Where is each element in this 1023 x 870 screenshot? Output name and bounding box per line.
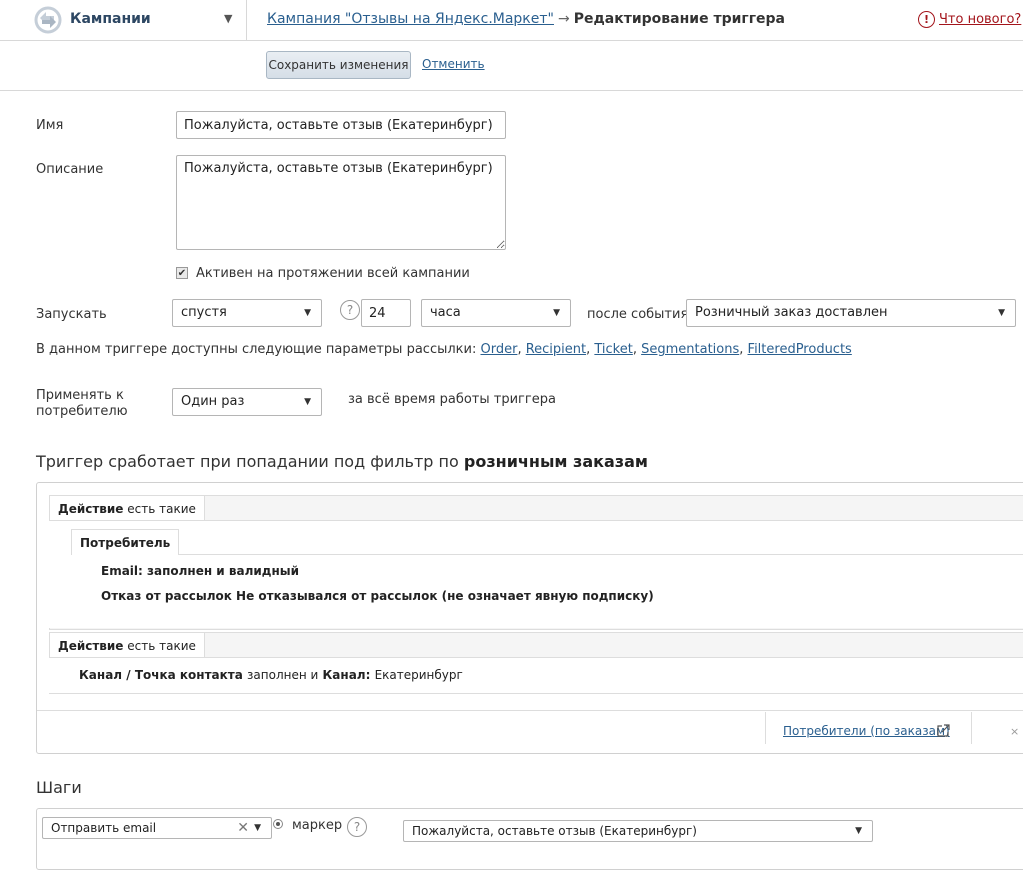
launch-unit-select[interactable]: часа ▼: [421, 299, 571, 327]
step-action-select[interactable]: Отправить email ✕ ▼: [42, 817, 272, 839]
filter-title-prefix: Триггер сработает при попадании под филь…: [36, 452, 459, 471]
group2-tab-bold: Действие: [58, 639, 124, 653]
event-select[interactable]: Розничный заказ доставлен ▼: [686, 299, 1016, 327]
param-recipient-link[interactable]: Recipient: [526, 342, 586, 357]
app-switcher[interactable]: Кампании ▼: [0, 0, 247, 40]
filter-title: Триггер сработает при попадании под филь…: [36, 452, 648, 471]
group1-tab-rest: есть такие: [127, 502, 196, 516]
whats-new-link[interactable]: Что нового?: [939, 12, 1021, 27]
help-icon[interactable]: ?: [340, 300, 360, 320]
clear-icon[interactable]: ✕: [237, 818, 249, 838]
params-text: В данном триггере доступны следующие пар…: [36, 342, 477, 357]
active-label: Активен на протяжении всей кампании: [196, 266, 470, 281]
chevron-down-icon: ▼: [553, 308, 560, 318]
condition-unsubscribe: Отказ от рассылок Не отказывался от расс…: [101, 589, 654, 603]
step-template-value: Пожалуйста, оставьте отзыв (Екатеринбург…: [412, 824, 697, 838]
footer-divider: [971, 712, 972, 744]
step-action-value: Отправить email: [51, 821, 157, 835]
after-event-label: после события: [587, 307, 689, 322]
app-title: Кампании: [70, 11, 151, 27]
apply-note: за всё время работы триггера: [348, 392, 556, 407]
steps-title: Шаги: [36, 778, 82, 797]
clear-filter-button[interactable]: × (: [1010, 725, 1023, 738]
filter-footer-divider: [37, 710, 1023, 711]
chevron-down-icon: ▼: [998, 308, 1005, 318]
breadcrumb-campaign-link[interactable]: Кампания "Отзывы на Яндекс.Маркет": [267, 11, 554, 27]
description-label: Описание: [36, 162, 104, 177]
marker-radio[interactable]: [273, 819, 283, 829]
description-textarea[interactable]: Пожалуйста, оставьте отзыв (Екатеринбург…: [176, 155, 506, 250]
name-label: Имя: [36, 118, 64, 133]
launch-label: Запускать: [36, 307, 107, 322]
filter-title-bold: розничным заказам: [463, 452, 648, 471]
param-segmentations-link[interactable]: Segmentations: [641, 342, 739, 357]
param-order-link[interactable]: Order: [480, 342, 517, 357]
chevron-down-icon: ▼: [855, 826, 862, 836]
chevron-down-icon: ▼: [304, 397, 311, 407]
launch-mode-select[interactable]: спустя ▼: [172, 299, 322, 327]
marker-label: маркер: [292, 818, 343, 833]
launch-mode-value: спустя: [181, 305, 227, 320]
save-button[interactable]: Сохранить изменения: [266, 51, 411, 79]
inner-divider: [72, 554, 1023, 555]
consumers-link[interactable]: Потребители (по заказам): [783, 724, 950, 738]
group1-tab-bold: Действие: [58, 502, 124, 516]
channel-n1: заполнен и: [247, 668, 319, 682]
refresh-logo-icon: [34, 6, 62, 34]
consumer-tab-label: Потребитель: [80, 536, 171, 550]
channel-n2: Екатеринбург: [374, 668, 463, 682]
help-icon[interactable]: ?: [347, 817, 367, 837]
params-line: В данном триггере доступны следующие пар…: [36, 342, 852, 357]
name-input[interactable]: [176, 111, 506, 139]
param-ticket-link[interactable]: Ticket: [594, 342, 632, 357]
dropdown-arrow-icon: ▼: [224, 12, 233, 25]
launch-amount-input[interactable]: [361, 299, 411, 327]
apply-select[interactable]: Один раз ▼: [172, 388, 322, 416]
radio-dot: [276, 822, 280, 826]
chevron-down-icon: ▼: [254, 823, 261, 833]
step-template-select[interactable]: Пожалуйста, оставьте отзыв (Екатеринбург…: [403, 820, 873, 842]
cancel-link[interactable]: Отменить: [422, 57, 485, 71]
event-value: Розничный заказ доставлен: [695, 305, 888, 320]
footer-divider: [765, 712, 766, 744]
group2-tab-rest: есть такие: [127, 639, 196, 653]
breadcrumb: Кампания "Отзывы на Яндекс.Маркет" → Редак…: [267, 11, 785, 27]
whats-new[interactable]: ! Что нового?: [918, 11, 1021, 28]
apply-label: Применять к потребителю: [36, 388, 128, 419]
external-link-icon[interactable]: [936, 724, 950, 738]
condition-email: Email: заполнен и валидный: [101, 564, 300, 578]
page-title: Редактирование триггера: [573, 11, 785, 27]
action-bar: [0, 41, 1023, 91]
condition-channel: Канал / Точка контакта заполнен и Канал:…: [79, 668, 463, 682]
active-checkbox[interactable]: ✔: [176, 267, 188, 279]
channel-b1: Канал / Точка контакта: [79, 668, 243, 682]
apply-value: Один раз: [181, 394, 245, 409]
launch-unit-value: часа: [430, 305, 461, 320]
group1-tab[interactable]: Действие есть такие: [49, 495, 205, 521]
chevron-down-icon: ▼: [304, 308, 311, 318]
group2-tab[interactable]: Действие есть такие: [49, 632, 205, 658]
param-filteredproducts-link[interactable]: FilteredProducts: [748, 342, 852, 357]
consumer-tab[interactable]: Потребитель: [71, 529, 180, 555]
channel-b2: Канал:: [322, 668, 371, 682]
alert-icon: !: [918, 11, 935, 28]
breadcrumb-arrow-icon: →: [557, 11, 570, 27]
